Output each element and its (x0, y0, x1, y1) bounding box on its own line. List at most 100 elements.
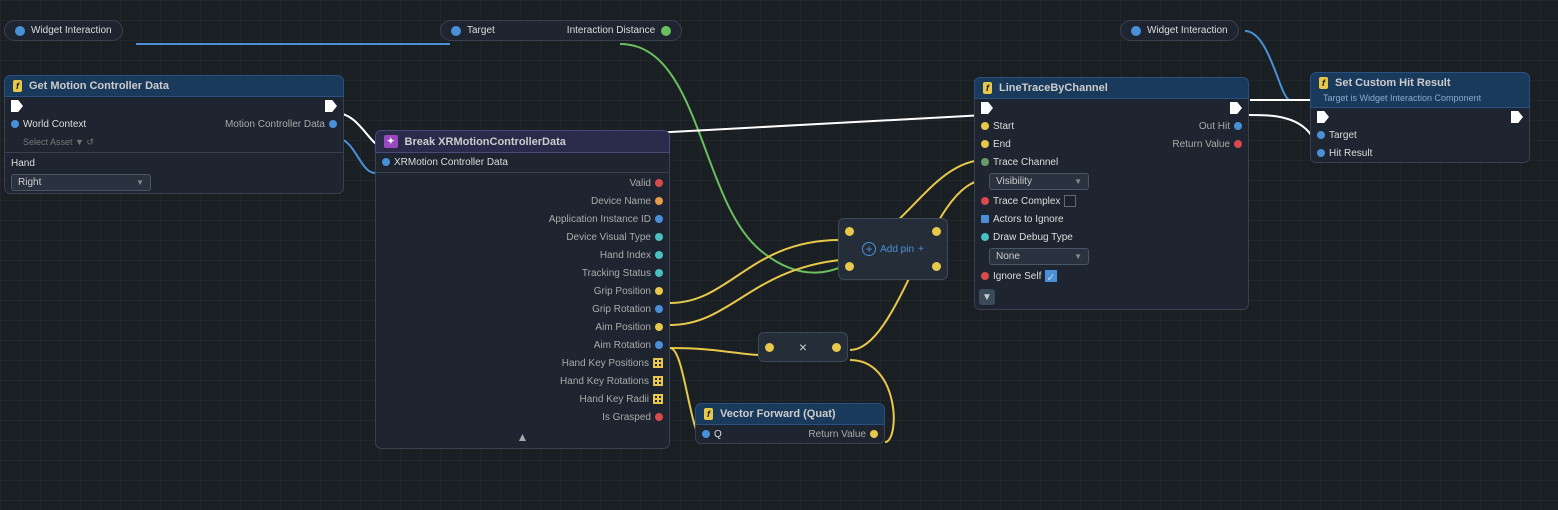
add-pin-pins-row (845, 227, 941, 236)
trace-complex-checkbox[interactable] (1064, 195, 1076, 207)
is-grasped-label: Is Grasped (382, 412, 651, 423)
get-motion-controller-node: f Get Motion Controller Data World Conte… (4, 75, 344, 194)
interaction-distance-label: Interaction Distance (567, 25, 655, 36)
pin-tracking-status (655, 269, 663, 277)
lt-chevron[interactable]: ▼ (979, 289, 995, 305)
pin-trace-channel (981, 158, 989, 166)
f-icon-set-custom: f (1319, 77, 1328, 89)
get-motion-body: World Context Motion Controller Data Sel… (4, 97, 344, 194)
grip-rot-label: Grip Rotation (382, 304, 651, 315)
q-label: Q (714, 429, 722, 440)
multiply-symbol: × (799, 339, 807, 355)
get-motion-title: Get Motion Controller Data (29, 80, 169, 92)
device-name-row: Device Name (376, 192, 669, 210)
pin-motion-data-out (329, 120, 337, 128)
hand-key-radii-label: Hand Key Radii (382, 394, 649, 405)
hand-row: Hand (5, 154, 343, 172)
sc-hit-result-row: Hit Result (1311, 144, 1529, 162)
multiply-node: × (758, 332, 848, 362)
pin-exec-out-sc (1511, 111, 1523, 123)
select-asset-label: Select Asset ▼ ↺ (23, 137, 94, 148)
pin-is-grasped (655, 413, 663, 421)
vector-forward-body: Q Return Value (695, 425, 885, 444)
xr-input-label: XRMotion Controller Data (394, 157, 508, 168)
trace-channel-dropdown[interactable]: Visibility ▼ (989, 173, 1089, 190)
hand-key-pos-row: Hand Key Positions (376, 354, 669, 372)
pin-app-instance (655, 215, 663, 223)
pin-draw-debug (981, 233, 989, 241)
pin-return-value (870, 430, 878, 438)
out-hit-label: Out Hit (1199, 121, 1230, 132)
world-context-row: World Context Motion Controller Data (5, 115, 343, 133)
app-instance-label: Application Instance ID (382, 214, 651, 225)
pin-trace-complex (981, 197, 989, 205)
vector-q-row: Q Return Value (696, 425, 884, 443)
world-context-asset-row: Select Asset ▼ ↺ (5, 133, 343, 151)
end-label: End (993, 139, 1011, 150)
pin-ignore-self (981, 272, 989, 280)
device-name-label: Device Name (382, 196, 651, 207)
pin-aim-pos (655, 323, 663, 331)
draw-debug-label: Draw Debug Type (993, 232, 1073, 243)
actors-ignore-label: Actors to Ignore (993, 214, 1064, 225)
ignore-self-checkbox[interactable]: ✓ (1045, 270, 1057, 282)
set-custom-title: Set Custom Hit Result (1335, 77, 1451, 89)
grip-pos-label: Grip Position (382, 286, 651, 297)
hand-index-label: Hand Index (382, 250, 651, 261)
break-xr-body: XRMotion Controller Data Valid Device Na… (375, 153, 670, 449)
target-interaction-node: Target Interaction Distance (440, 20, 682, 41)
world-context-label: World Context (23, 119, 86, 130)
pin-device-name (655, 197, 663, 205)
widget-interaction-label-1: Widget Interaction (31, 25, 112, 36)
set-custom-title-row: f Set Custom Hit Result (1319, 77, 1451, 89)
f-icon-line-trace: f (983, 82, 992, 94)
sc-target-row: Target (1311, 126, 1529, 144)
ignore-self-label: Ignore Self (993, 271, 1041, 282)
get-motion-exec-row (5, 97, 343, 115)
pin-exec-in-lt (981, 102, 993, 114)
sc-target-label: Target (1329, 130, 1357, 141)
set-custom-node: f Set Custom Hit Result Target is Widget… (1310, 72, 1530, 163)
draw-debug-dropdown-row[interactable]: None ▼ (975, 246, 1248, 267)
return-value-label: Return Value (808, 429, 866, 440)
pin-world-context (11, 120, 19, 128)
collapse-arrow[interactable]: ▲ (517, 430, 529, 444)
vector-forward-node: f Vector Forward (Quat) Q Return Value (695, 403, 885, 444)
device-visual-label: Device Visual Type (382, 232, 651, 243)
add-pin-label[interactable]: Add pin (880, 244, 914, 255)
pin-exec-in-sc (1317, 111, 1329, 123)
trace-channel-label: Trace Channel (993, 157, 1058, 168)
pin-sc-target (1317, 131, 1325, 139)
add-pin-btn-row[interactable]: + Add pin + (845, 242, 941, 256)
tracking-status-row: Tracking Status (376, 264, 669, 282)
pin-grip-rot (655, 305, 663, 313)
hand-dropdown[interactable]: Right ▼ (11, 174, 151, 191)
line-trace-header: f LineTraceByChannel (974, 77, 1249, 99)
pin-addpin-right-bottom (932, 262, 941, 271)
aim-pos-label: Aim Position (382, 322, 651, 333)
pin-hand-key-radii (653, 394, 663, 404)
pin-multiply-left (765, 343, 774, 352)
pin-hand-index (655, 251, 663, 259)
pin-xr-input (382, 158, 390, 166)
trace-channel-dropdown-row[interactable]: Visibility ▼ (975, 171, 1248, 192)
hand-key-rot-row: Hand Key Rotations (376, 372, 669, 390)
actors-ignore-row: Actors to Ignore (975, 210, 1248, 228)
target-label: Target (467, 25, 495, 36)
add-pin-plus[interactable]: + (918, 244, 924, 255)
hand-dropdown-row[interactable]: Right ▼ (5, 172, 343, 193)
pin-hand-key-pos (653, 358, 663, 368)
f-icon-get-motion: f (13, 80, 22, 92)
break-xr-bottom-arrow: ▲ (376, 426, 669, 448)
line-trace-title: LineTraceByChannel (999, 82, 1108, 94)
pin-multiply-right (832, 343, 841, 352)
draw-debug-dropdown[interactable]: None ▼ (989, 248, 1089, 265)
vector-forward-title: Vector Forward (Quat) (720, 408, 836, 420)
pin-exec-in-get-motion (11, 100, 23, 112)
pin-exec-out-lt (1230, 102, 1242, 114)
add-pin-plus-icon[interactable]: + (862, 242, 876, 256)
line-trace-node: f LineTraceByChannel Start Out Hit End R… (974, 77, 1249, 310)
xr-input-row: XRMotion Controller Data (376, 153, 669, 171)
pin-hand-key-rot (653, 376, 663, 386)
set-custom-exec-row (1311, 108, 1529, 126)
